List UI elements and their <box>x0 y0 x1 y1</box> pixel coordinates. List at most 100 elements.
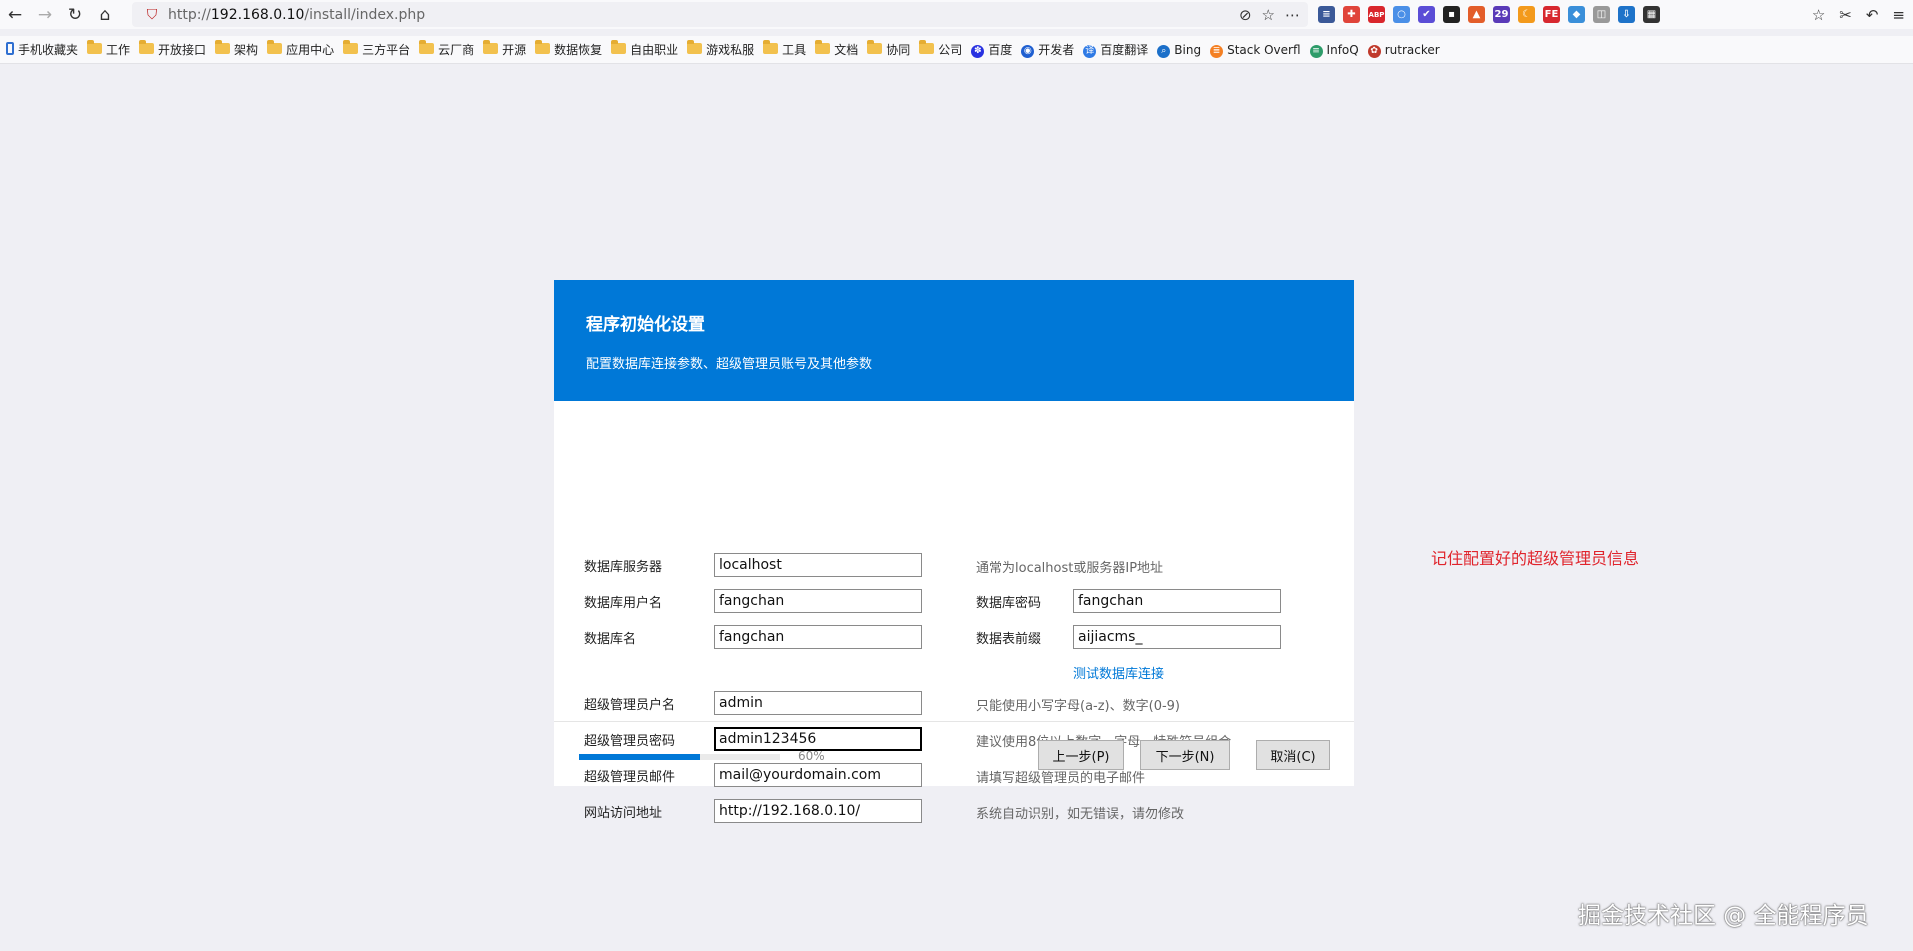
bookmark-item[interactable]: 架构 <box>215 39 259 58</box>
db-prefix-label: 数据表前缀 <box>976 632 1042 647</box>
dev-icon: ◉ <box>1021 42 1035 58</box>
bookmark-label: 百度 <box>988 43 1013 57</box>
site-url-input[interactable] <box>714 799 922 823</box>
url-text[interactable]: http://192.168.0.10/install/index.php <box>168 7 425 23</box>
insecure-shield-icon[interactable]: ⛉ <box>142 7 162 23</box>
infoq-icon: ≡ <box>1309 42 1323 58</box>
bookmark-label: 架构 <box>234 43 259 57</box>
bookmark-item[interactable]: 译百度翻译 <box>1083 41 1148 58</box>
phone-icon <box>6 41 14 58</box>
db-server-hint: 通常为localhost或服务器IP地址 <box>976 561 1164 576</box>
dialog-subtitle: 配置数据库连接参数、超级管理员账号及其他参数 <box>586 357 873 372</box>
settings-form: 数据库服务器 通常为localhost或服务器IP地址 数据库用户名 数据库密码… <box>554 401 1354 823</box>
browser-toolbar: ← → ↻ ⌂ ⛉ http://192.168.0.10/install/in… <box>0 0 1913 29</box>
bookmark-label: 开源 <box>502 43 527 57</box>
prev-button[interactable]: 上一步(P) <box>1038 740 1124 770</box>
bookmark-item[interactable]: ≡ InfoQ <box>1309 42 1359 58</box>
home-icon[interactable]: ⌂ <box>90 0 120 29</box>
bookmark-label: 游戏私服 <box>706 43 755 57</box>
bookmark-item[interactable]: ≣ Stack Overfl <box>1210 42 1301 58</box>
reload-icon[interactable]: ↻ <box>60 0 90 29</box>
annotation-note: 记住配置好的超级管理员信息 <box>1431 549 1640 568</box>
db-name-input[interactable] <box>714 625 922 649</box>
db-server-input[interactable] <box>714 553 922 577</box>
bookmark-item[interactable]: ◉ 开发者 <box>1021 41 1074 58</box>
bookmark-item[interactable]: 公司 <box>919 39 963 58</box>
db-name-label: 数据库名 <box>584 632 637 647</box>
test-connection-link[interactable]: 测试数据库连接 <box>1073 663 1164 682</box>
admin-user-label: 超级管理员户名 <box>584 698 676 713</box>
bookmark-item[interactable]: 协同 <box>867 39 910 58</box>
puzzle-icon[interactable]: ✚ <box>1343 6 1360 23</box>
bookmark-label: rutracker <box>1384 42 1440 57</box>
bookmark-item[interactable]: 自由职业 <box>611 39 678 58</box>
bookmark-item[interactable]: 开源 <box>483 39 527 58</box>
bookmark-item[interactable]: 工作 <box>87 39 130 58</box>
scissors-icon[interactable]: ✂ <box>1839 6 1852 24</box>
db-password-label: 数据库密码 <box>976 596 1042 611</box>
address-bar[interactable]: ⛉ http://192.168.0.10/install/index.php … <box>132 2 1308 27</box>
next-button[interactable]: 下一步(N) <box>1140 740 1230 770</box>
translate-icon[interactable]: ○ <box>1393 6 1410 23</box>
bookmark-star-icon[interactable]: ☆ <box>1262 6 1275 24</box>
bookmark-item[interactable]: ✽ 百度 <box>971 41 1012 58</box>
bookmark-item[interactable]: 三方平台 <box>343 39 411 58</box>
grid-icon[interactable]: ▦ <box>1643 6 1660 23</box>
folder-icon <box>867 39 883 57</box>
check-icon[interactable]: ✔ <box>1418 6 1435 23</box>
folder-icon <box>215 39 231 57</box>
bookmark-item[interactable]: 游戏私服 <box>687 39 755 58</box>
reader-icon[interactable]: ◫ <box>1593 6 1610 23</box>
bookmark-item[interactable]: ⌕ Bing <box>1157 42 1201 58</box>
tool-icon[interactable]: ▪ <box>1443 6 1460 23</box>
back-icon[interactable]: ← <box>0 0 30 29</box>
folder-icon <box>815 39 831 57</box>
shield-icon[interactable]: ◆ <box>1568 6 1585 23</box>
forward-icon[interactable]: → <box>30 0 60 29</box>
admin-user-input[interactable] <box>714 691 922 715</box>
bookmarks-menu-icon[interactable]: ☆ <box>1812 6 1825 24</box>
more-actions-icon[interactable]: ⋯ <box>1285 6 1300 24</box>
bookmark-item[interactable]: 文档 <box>815 39 859 58</box>
bookmark-item[interactable]: 开放接口 <box>139 39 206 58</box>
badge-icon[interactable]: 29 <box>1493 6 1510 23</box>
bookmark-label: 云厂商 <box>438 43 475 57</box>
bookmark-item[interactable]: 应用中心 <box>267 39 334 58</box>
bookmark-label: Bing <box>1174 42 1202 57</box>
bookmark-item[interactable]: 云厂商 <box>419 39 475 58</box>
reader-mode-icon[interactable]: ⊘ <box>1239 6 1252 24</box>
db-user-input[interactable] <box>714 589 922 613</box>
folder-icon <box>419 39 435 57</box>
save-icon[interactable]: ⇩ <box>1618 6 1635 23</box>
bookmark-label: 三方平台 <box>362 43 411 57</box>
install-dialog: 程序初始化设置 配置数据库连接参数、超级管理员账号及其他参数 数据库服务器 通常… <box>554 280 1354 823</box>
dialog-footer: 60% 上一步(P) 下一步(N) 取消(C) <box>554 722 1354 786</box>
fe-icon[interactable]: FE <box>1543 6 1560 23</box>
bookmark-item[interactable]: ✿ rutracker <box>1367 42 1440 58</box>
cancel-button[interactable]: 取消(C) <box>1256 740 1330 770</box>
bookmark-item[interactable]: 手机收藏夹 <box>6 41 78 58</box>
menu-icon[interactable]: ≡ <box>1892 6 1905 24</box>
moon-icon[interactable]: ☾ <box>1518 6 1535 23</box>
tree-icon[interactable]: ▲ <box>1468 6 1485 23</box>
bookmark-label: 百度翻译 <box>1100 43 1149 57</box>
stackoverflow-icon: ≣ <box>1210 42 1224 58</box>
undo-icon[interactable]: ↶ <box>1866 6 1879 24</box>
bookmark-label: 文档 <box>834 43 859 57</box>
bookmark-label: 公司 <box>938 43 963 57</box>
bookmark-label: 开发者 <box>1038 43 1075 57</box>
flag-icon[interactable]: ≡ <box>1318 6 1335 23</box>
bookmark-label: 手机收藏夹 <box>18 43 79 57</box>
folder-icon <box>763 39 779 57</box>
folder-icon <box>343 39 359 57</box>
db-password-input[interactable] <box>1073 589 1281 613</box>
extensions-area: ≡ ✚ ABP ○ ✔ ▪ ▲ 29 ☾ FE ◆ ◫ ⇩ ▦ <box>1318 3 1660 26</box>
admin-user-hint: 只能使用小写字母(a-z)、数字(0-9) <box>976 699 1181 714</box>
db-prefix-input[interactable] <box>1073 625 1281 649</box>
folder-icon <box>919 39 935 57</box>
progress-text: 60% <box>798 749 825 763</box>
adblock-icon[interactable]: ABP <box>1368 6 1385 23</box>
bookmark-item[interactable]: 工具 <box>763 39 806 58</box>
bookmark-item[interactable]: 数据恢复 <box>535 39 602 58</box>
folder-icon <box>483 39 499 57</box>
